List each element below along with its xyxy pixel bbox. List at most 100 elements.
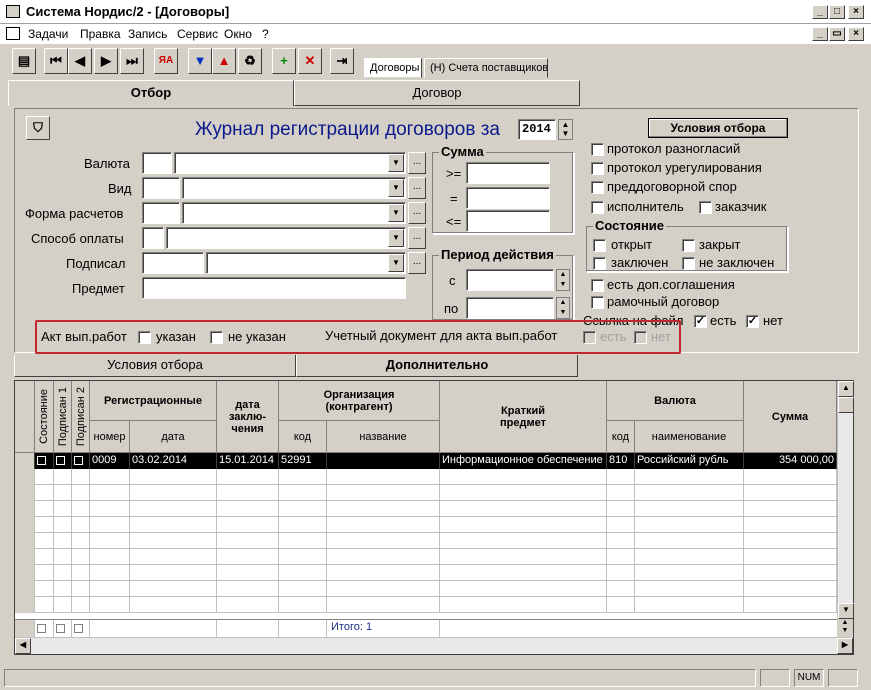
empty-cell[interactable] xyxy=(72,597,90,613)
table-row-empty[interactable] xyxy=(15,469,837,485)
empty-cell[interactable] xyxy=(72,565,90,581)
empty-cell[interactable] xyxy=(54,485,72,501)
chevron-down-icon[interactable]: ▼ xyxy=(388,204,404,222)
col-org-header[interactable]: Организация (контрагент) xyxy=(279,381,440,421)
empty-cell[interactable] xyxy=(217,565,279,581)
tab-selection[interactable]: Отбор xyxy=(8,80,294,106)
empty-cell[interactable] xyxy=(90,549,130,565)
scroll-thumb[interactable] xyxy=(838,397,854,413)
minimize-button[interactable]: _ xyxy=(812,5,828,19)
empty-cell[interactable] xyxy=(217,485,279,501)
empty-cell[interactable] xyxy=(279,517,327,533)
col-conclusion-header[interactable]: дата заклю-чения xyxy=(217,381,279,453)
empty-cell[interactable] xyxy=(35,533,54,549)
acc-doc-yes-checkbox[interactable] xyxy=(583,331,596,344)
sort-icon[interactable]: ЯА xyxy=(154,48,178,74)
empty-cell[interactable] xyxy=(607,533,635,549)
scroll-up-icon[interactable]: ▲ xyxy=(838,381,854,397)
doc-icon[interactable] xyxy=(6,27,20,40)
period-from-input[interactable] xyxy=(466,269,554,291)
col-subject-header[interactable]: Краткий предмет xyxy=(440,381,607,453)
empty-cell[interactable] xyxy=(90,581,130,597)
empty-cell[interactable] xyxy=(327,533,440,549)
empty-cell[interactable] xyxy=(607,485,635,501)
period-to-spinner[interactable]: ▲ ▼ xyxy=(556,297,570,319)
state-not-concluded-checkbox[interactable] xyxy=(682,257,695,270)
empty-cell[interactable] xyxy=(635,565,744,581)
sum-ge-input[interactable] xyxy=(466,162,550,184)
empty-cell[interactable] xyxy=(72,533,90,549)
last-record-icon[interactable]: ⏭ xyxy=(120,48,144,74)
empty-cell[interactable] xyxy=(54,501,72,517)
tab-contracts[interactable]: Договоры xyxy=(364,58,422,78)
empty-cell[interactable] xyxy=(72,501,90,517)
table-row[interactable]: 0009 03.02.2014 15.01.2014 52991 Информа… xyxy=(15,453,837,469)
vertical-scrollbar[interactable]: ▲ ▼ xyxy=(837,381,854,619)
payment-method-combo[interactable]: ▼ xyxy=(166,227,406,249)
empty-cell[interactable] xyxy=(15,565,35,581)
empty-cell[interactable] xyxy=(72,549,90,565)
subject-input[interactable] xyxy=(142,277,406,299)
act-not-specified-checkbox[interactable] xyxy=(210,331,223,344)
menu-window[interactable]: Окно xyxy=(224,27,252,41)
menu-tasks[interactable]: Задачи xyxy=(28,27,68,41)
empty-cell[interactable] xyxy=(54,581,72,597)
empty-cell[interactable] xyxy=(130,597,217,613)
col-num-header[interactable]: номер xyxy=(90,421,130,453)
row-conclusion-cell[interactable]: 15.01.2014 xyxy=(217,453,279,469)
signed-combo[interactable]: ▼ xyxy=(206,252,406,274)
totals-spinner[interactable]: ▲ ▼ xyxy=(837,619,853,637)
empty-cell[interactable] xyxy=(635,533,744,549)
child-close-button[interactable]: × xyxy=(848,27,864,41)
empty-cell[interactable] xyxy=(440,597,607,613)
empty-cell[interactable] xyxy=(217,469,279,485)
row-subject-cell[interactable]: Информационное обеспечение xyxy=(440,453,607,469)
chevron-down-icon[interactable]: ▼ xyxy=(388,154,404,172)
tab-additional[interactable]: Дополнительно xyxy=(296,355,578,377)
col-org-code-header[interactable]: код xyxy=(279,421,327,453)
currency-code-input[interactable] xyxy=(142,152,172,174)
empty-cell[interactable] xyxy=(35,469,54,485)
maximize-button[interactable]: □ xyxy=(829,5,845,19)
empty-cell[interactable] xyxy=(327,581,440,597)
empty-cell[interactable] xyxy=(607,501,635,517)
empty-cell[interactable] xyxy=(744,517,837,533)
empty-cell[interactable] xyxy=(130,469,217,485)
child-restore-button[interactable]: ▭ xyxy=(829,27,845,41)
empty-cell[interactable] xyxy=(744,501,837,517)
file-link-no-checkbox[interactable]: ✓ xyxy=(746,315,759,328)
year-spinner[interactable]: ▲ ▼ xyxy=(558,119,573,140)
acc-doc-no-checkbox[interactable] xyxy=(634,331,647,344)
trash-icon[interactable]: ♻ xyxy=(238,48,262,74)
first-record-icon[interactable]: ⏮ xyxy=(44,48,68,74)
empty-cell[interactable] xyxy=(635,549,744,565)
sum-le-input[interactable] xyxy=(466,210,550,232)
empty-cell[interactable] xyxy=(279,581,327,597)
col-currency-header[interactable]: Валюта xyxy=(607,381,744,421)
empty-cell[interactable] xyxy=(217,597,279,613)
close-button[interactable]: × xyxy=(848,5,864,19)
empty-cell[interactable] xyxy=(327,485,440,501)
tab-contract[interactable]: Договор xyxy=(294,80,580,106)
empty-cell[interactable] xyxy=(15,597,35,613)
empty-cell[interactable] xyxy=(744,549,837,565)
empty-cell[interactable] xyxy=(54,597,72,613)
empty-cell[interactable] xyxy=(607,565,635,581)
empty-cell[interactable] xyxy=(35,501,54,517)
col-sum-header[interactable]: Сумма xyxy=(744,381,837,453)
col-signed1-header[interactable]: Подписан 1 xyxy=(54,381,72,453)
empty-cell[interactable] xyxy=(327,469,440,485)
empty-cell[interactable] xyxy=(54,469,72,485)
empty-cell[interactable] xyxy=(607,597,635,613)
empty-cell[interactable] xyxy=(607,549,635,565)
row-signed1-cell[interactable] xyxy=(54,453,72,469)
table-row-empty[interactable] xyxy=(15,501,837,517)
empty-cell[interactable] xyxy=(130,517,217,533)
signed-code-input[interactable] xyxy=(142,252,204,274)
empty-cell[interactable] xyxy=(217,517,279,533)
type-combo[interactable]: ▼ xyxy=(182,177,406,199)
chevron-down-icon[interactable]: ▼ xyxy=(388,179,404,197)
conditions-button[interactable]: Условия отбора xyxy=(648,118,788,138)
empty-cell[interactable] xyxy=(607,469,635,485)
protocol-settle-checkbox[interactable] xyxy=(591,162,604,175)
